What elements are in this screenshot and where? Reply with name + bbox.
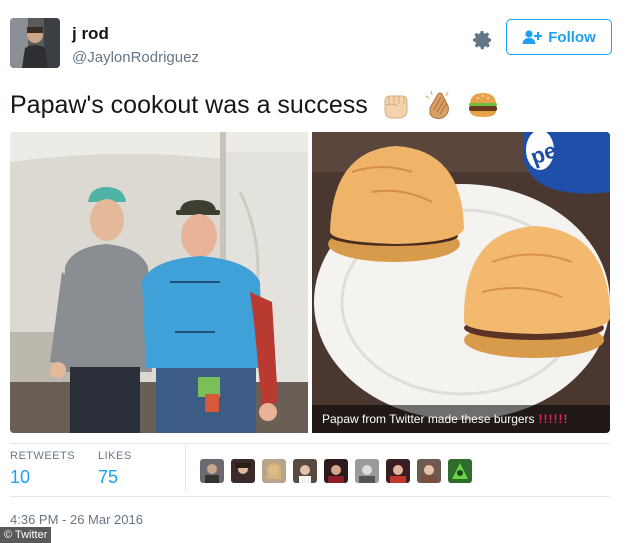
liker-avatar[interactable] — [324, 459, 348, 483]
follow-label: Follow — [548, 28, 596, 46]
likes-count: 75 — [98, 467, 119, 487]
liker-avatar[interactable] — [417, 459, 441, 483]
tweet-photo-burgers[interactable]: pe Papaw from Twitter made these burgers… — [312, 132, 610, 433]
divider — [10, 443, 610, 444]
clapping-hands-emoji-icon — [425, 90, 449, 119]
photo-caption-text: Papaw from Twitter made these burgers — [322, 412, 535, 426]
tweet-stats: RETWEETS 10 LIKES 75 — [10, 444, 610, 494]
retweets-count: 10 — [10, 467, 31, 487]
tweet-photo-people[interactable] — [10, 132, 308, 433]
fist-emoji-icon — [384, 95, 408, 119]
gear-icon[interactable] — [470, 28, 494, 52]
watermark: © Twitter — [0, 527, 52, 543]
liker-avatar[interactable] — [200, 459, 224, 483]
user-handle[interactable]: @JaylonRodriguez — [72, 49, 199, 66]
tweet-text-body: Papaw's cookout was a success — [10, 90, 368, 119]
tweet-timestamp[interactable]: 4:36 PM - 26 Mar 2016 — [10, 512, 143, 527]
stats-separator — [185, 444, 186, 492]
tweet-text: Papaw's cookout was a success — [10, 88, 500, 122]
photo-caption-bangs: !!!!!! — [538, 412, 569, 426]
liker-avatar[interactable] — [262, 459, 286, 483]
follow-button[interactable]: Follow — [506, 19, 612, 55]
liker-avatar[interactable] — [231, 459, 255, 483]
likes-label: LIKES — [98, 450, 132, 462]
liker-avatar[interactable] — [293, 459, 317, 483]
display-name[interactable]: j rod — [72, 24, 109, 44]
liker-avatar[interactable] — [355, 459, 379, 483]
liker-avatar[interactable] — [448, 459, 472, 483]
liker-avatar[interactable] — [386, 459, 410, 483]
hamburger-emoji-icon — [468, 93, 497, 117]
photo-caption: Papaw from Twitter made these burgers !!… — [312, 405, 610, 433]
retweets-stat[interactable]: RETWEETS 10 — [10, 450, 75, 488]
add-user-icon — [522, 30, 543, 44]
avatar[interactable] — [10, 18, 60, 68]
retweets-label: RETWEETS — [10, 450, 76, 462]
likes-stat[interactable]: LIKES 75 — [98, 450, 132, 488]
divider — [10, 496, 610, 497]
tweet-header: j rod @JaylonRodriguez Follow — [10, 14, 624, 72]
